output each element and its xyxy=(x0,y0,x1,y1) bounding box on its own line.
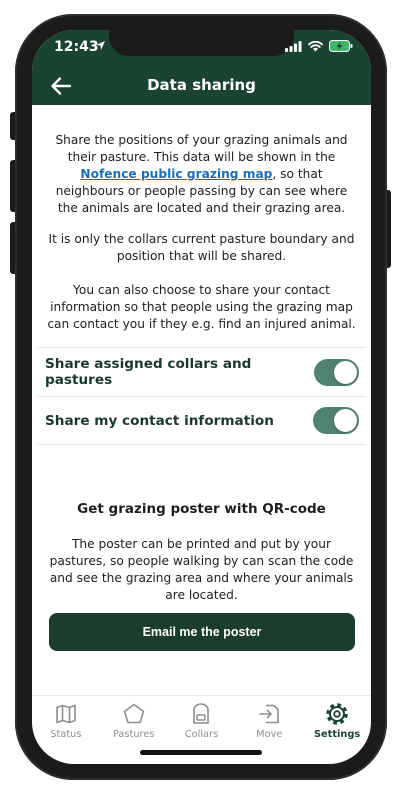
page-title: Data sharing xyxy=(147,76,256,94)
tab-settings[interactable]: Settings xyxy=(303,696,371,745)
gear-icon xyxy=(326,703,348,725)
collars-note: It is only the collars current pasture b… xyxy=(48,232,355,263)
tab-label: Settings xyxy=(313,729,361,740)
home-indicator xyxy=(140,750,262,755)
intro-text-before-link: Share the positions of your grazing anim… xyxy=(55,133,348,164)
signal-icon xyxy=(285,40,302,52)
grazing-map-link[interactable]: Nofence public grazing map xyxy=(80,167,272,181)
app-header: 12:43 Data sharing xyxy=(32,30,371,105)
tab-collars[interactable]: Collars xyxy=(168,696,236,745)
poster-description: The poster can be printed and put by you… xyxy=(49,537,354,602)
share-collars-toggle[interactable] xyxy=(314,358,359,386)
setting-label: Share assigned collars and pastures xyxy=(45,356,252,388)
location-arrow-icon xyxy=(96,41,105,50)
setting-label: Share my contact information xyxy=(45,412,274,429)
toggle-knob xyxy=(334,360,357,384)
status-time: 12:43 xyxy=(54,39,99,55)
data-sharing-content: Share the positions of your grazing anim… xyxy=(32,105,371,695)
pentagon-icon xyxy=(123,703,144,724)
email-poster-button[interactable]: Email me the poster xyxy=(49,613,355,651)
map-icon xyxy=(56,704,76,724)
battery-charging-icon xyxy=(329,40,353,52)
setting-share-collars: Share assigned collars and pastures xyxy=(37,347,366,396)
app-screen: 12:43 Data sharing Share the positions o… xyxy=(32,30,371,764)
tab-label: Pastures xyxy=(112,729,155,740)
tab-status[interactable]: Status xyxy=(32,696,100,745)
tab-label: Move xyxy=(256,729,283,740)
tab-bar: Status Pastures Collars Move Settings xyxy=(32,695,371,745)
contact-note: You can also choose to share your contac… xyxy=(47,283,356,331)
status-indicators xyxy=(285,40,353,52)
setting-share-contact: Share my contact information xyxy=(37,396,366,445)
tab-pastures[interactable]: Pastures xyxy=(100,696,168,745)
poster-title: Get grazing poster with QR-code xyxy=(77,501,326,517)
tab-move[interactable]: Move xyxy=(235,696,303,745)
move-icon xyxy=(259,704,280,724)
tab-label: Collars xyxy=(184,729,219,740)
toggle-knob xyxy=(334,409,357,432)
share-contact-toggle[interactable] xyxy=(313,407,359,434)
intro-paragraph: Share the positions of your grazing anim… xyxy=(46,132,357,217)
collar-icon xyxy=(193,703,210,724)
wifi-icon xyxy=(308,40,323,51)
tab-label: Status xyxy=(50,729,82,740)
notch xyxy=(109,30,294,56)
